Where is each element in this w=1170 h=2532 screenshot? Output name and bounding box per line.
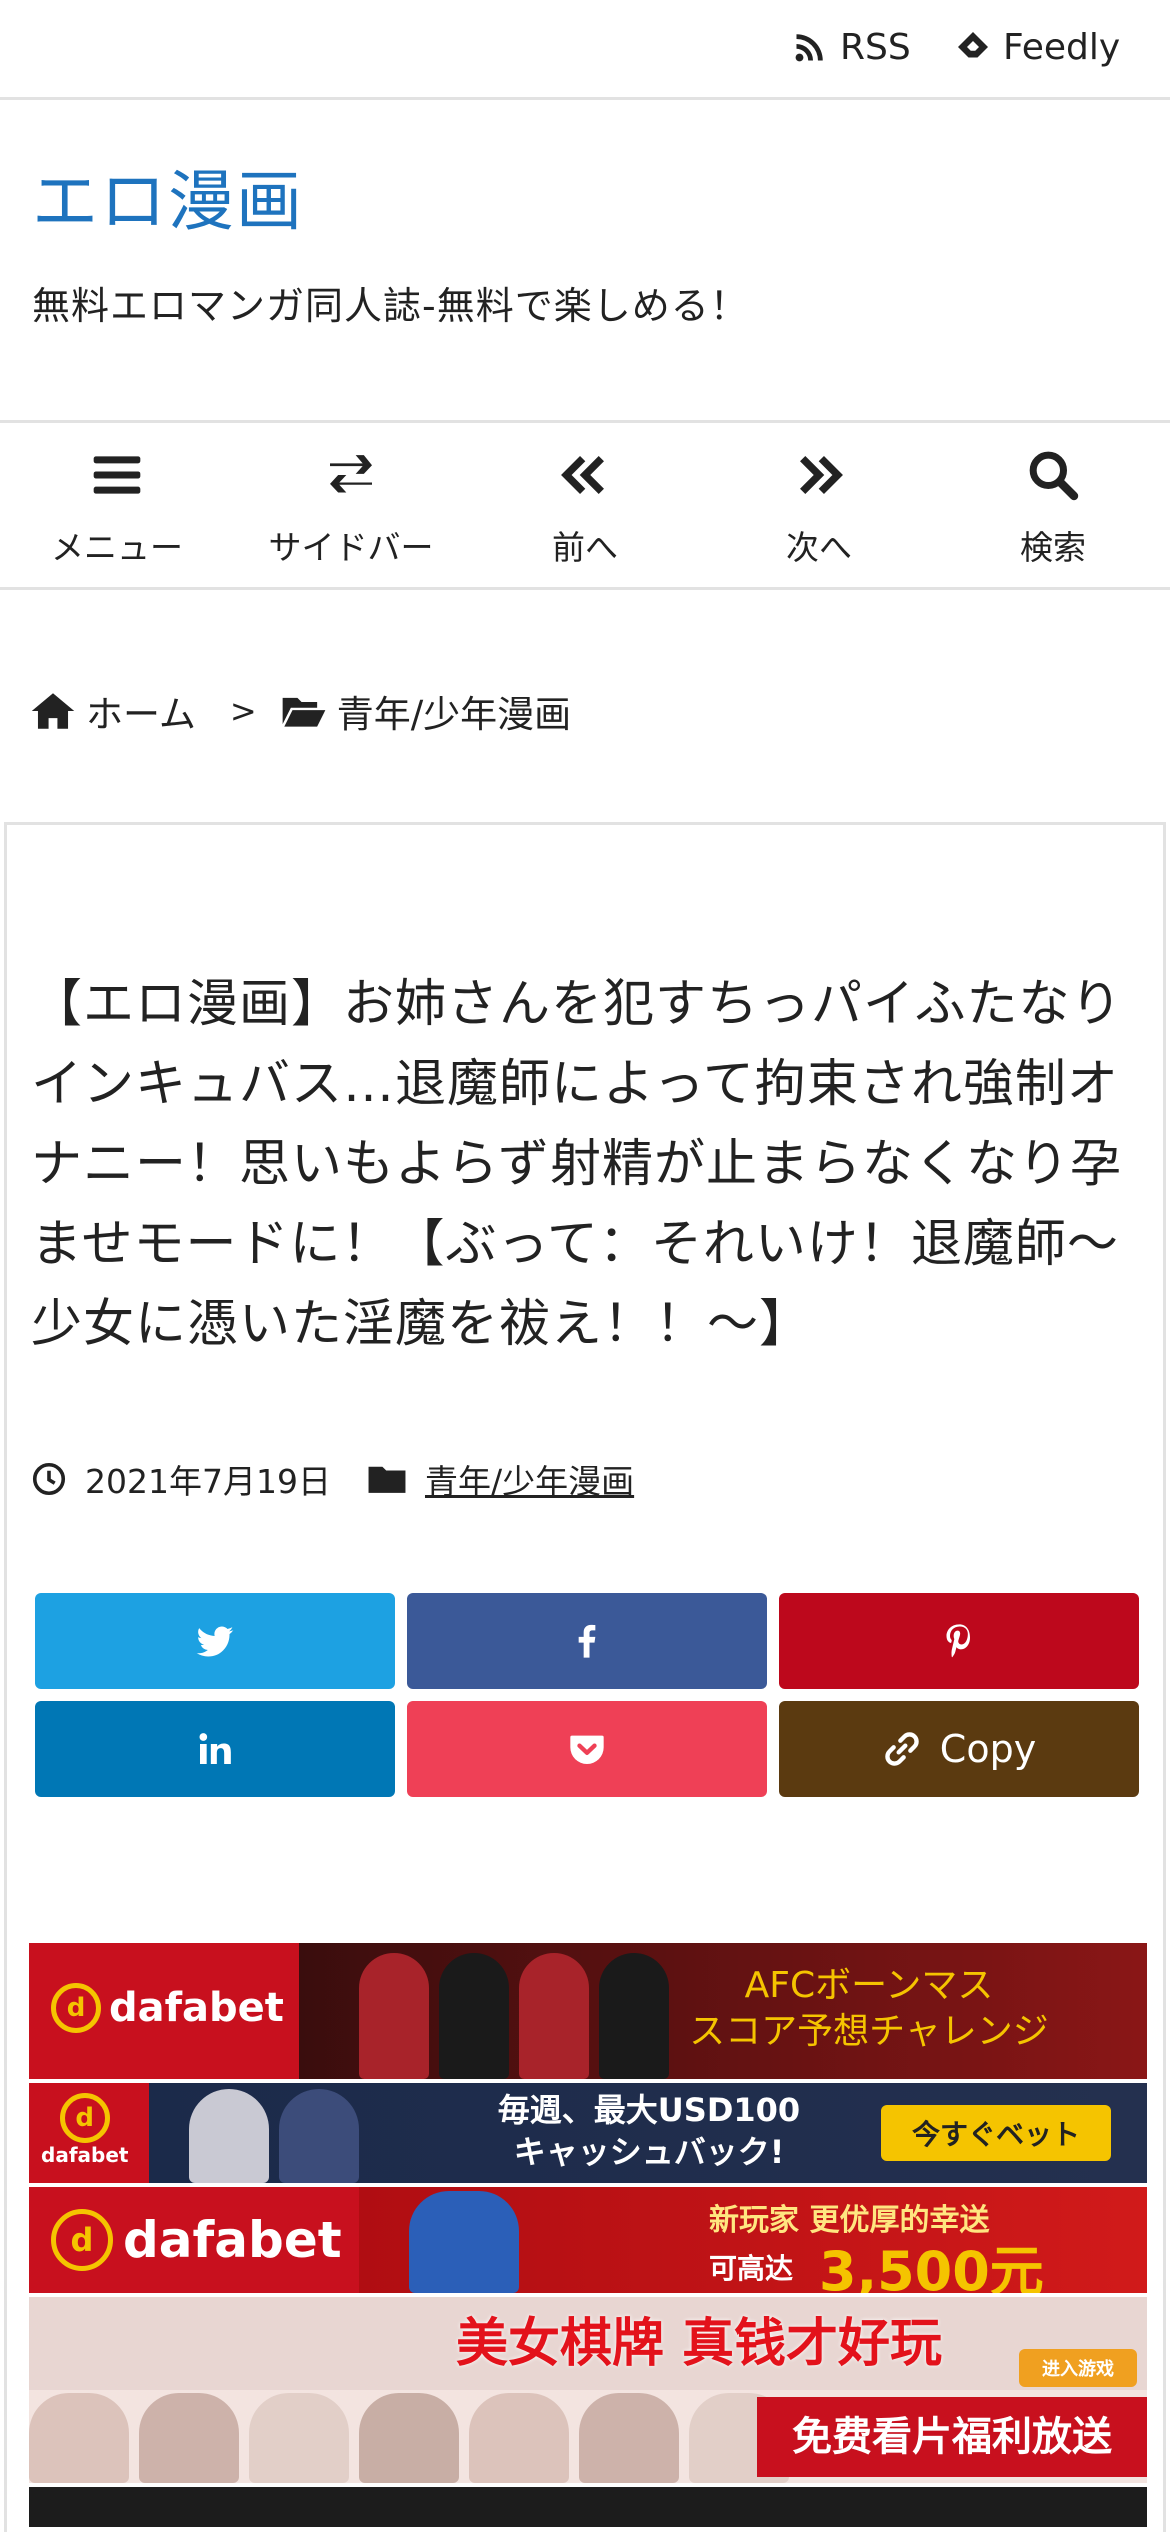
ad-text: AFCボーンマス スコア予想チャレンジ	[689, 1965, 1049, 2052]
article-title: 【エロ漫画】お姉さんを犯すちっパイふたなりインキュバス…退魔師によって拘束され強…	[31, 975, 1123, 1354]
article-date: 2021年7月19日	[85, 1462, 331, 1501]
pinterest-icon	[946, 1624, 970, 1658]
pocket-icon	[570, 1735, 604, 1764]
ad-banner-partial[interactable]	[29, 2487, 1147, 2527]
ad-gallery-image	[29, 2393, 789, 2483]
copy-link-button[interactable]: Copy	[779, 1701, 1139, 1797]
site-description: 無料エロマンガ同人誌-無料で楽しめる！	[32, 284, 749, 328]
feedly-link[interactable]: Feedly	[955, 22, 1120, 72]
nav-prev-label: 前へ	[552, 528, 618, 567]
nav-next-label: 次へ	[786, 528, 852, 567]
ad-players-image	[359, 1953, 669, 2079]
feedly-label: Feedly	[1003, 26, 1121, 68]
ad-players-image	[409, 2191, 519, 2293]
dafabet-logo: d dafabet	[51, 1983, 284, 2033]
ad-text-1: 美女棋牌 真钱才好玩	[455, 2314, 943, 2374]
nav-menu-label: メニュー	[51, 528, 183, 567]
breadcrumb-home-link[interactable]: ホーム	[86, 684, 196, 738]
ad-banners: d dafabet AFCボーンマス スコア予想チャレンジ d dafabet …	[29, 1943, 1147, 2531]
nav-search-button[interactable]: 検索	[936, 423, 1170, 587]
mobile-nav: メニュー サイドバー 前へ 次へ 検索	[0, 420, 1170, 590]
top-bar: RSS Feedly	[0, 0, 1170, 100]
exchange-icon	[330, 455, 372, 493]
ad-banner-game[interactable]: 美女棋牌 真钱才好玩 进入游戏 免费看片福利放送	[29, 2297, 1147, 2483]
feedly-icon	[958, 32, 988, 58]
double-chevron-left-icon	[561, 456, 604, 494]
share-pinterest-button[interactable]	[779, 1593, 1139, 1689]
dafabet-logo: d dafabet	[51, 2209, 342, 2271]
double-chevron-right-icon	[800, 456, 843, 494]
share-facebook-button[interactable]	[407, 1593, 767, 1689]
breadcrumb: ホーム > 青年/少年漫画	[30, 684, 571, 738]
nav-sidebar-button[interactable]: サイドバー	[234, 423, 468, 587]
clock-icon	[32, 1462, 66, 1496]
share-pocket-button[interactable]	[407, 1701, 767, 1797]
ad-text-2: 免费看片福利放送	[757, 2397, 1147, 2477]
ad-players-image	[189, 2089, 359, 2183]
ad-banner-dafabet-cashback[interactable]: d dafabet 毎週、最大USD100 キャッシュバック! 今すぐベット	[29, 2083, 1147, 2183]
rss-icon	[795, 34, 823, 62]
ad-banner-dafabet-cn[interactable]: d dafabet 新玩家 更优厚的幸送 可高达 3,500元	[29, 2187, 1147, 2293]
breadcrumb-separator: >	[229, 692, 257, 730]
search-icon	[1029, 451, 1079, 501]
ad-enter-game-button[interactable]: 进入游戏	[1019, 2349, 1137, 2387]
ad-text: 毎週、最大USD100 キャッシュバック!	[497, 2091, 801, 2171]
link-icon	[885, 1732, 919, 1766]
linkedin-icon	[199, 1733, 231, 1764]
facebook-icon	[578, 1624, 596, 1658]
folder-open-icon	[282, 697, 326, 727]
share-linkedin-button[interactable]	[35, 1701, 395, 1797]
share-buttons: Copy	[35, 1593, 1145, 1797]
hamburger-icon	[93, 456, 141, 494]
site-title[interactable]: エロ漫画	[32, 148, 304, 244]
ad-banner-dafabet-afc[interactable]: d dafabet AFCボーンマス スコア予想チャレンジ	[29, 1943, 1147, 2079]
rss-label: RSS	[840, 26, 911, 68]
dafabet-logo: d dafabet	[41, 2093, 128, 2167]
ad-amount: 3,500元	[819, 2240, 1044, 2293]
nav-sidebar-label: サイドバー	[268, 528, 434, 567]
article-meta: 2021年7月19日 青年/少年漫画	[31, 1455, 634, 1503]
home-icon	[31, 693, 75, 729]
ad-text-2: 可高达	[709, 2252, 794, 2285]
copy-label: Copy	[939, 1727, 1037, 1771]
nav-prev-button[interactable]: 前へ	[468, 423, 702, 587]
twitter-icon	[196, 1626, 234, 1657]
breadcrumb-category-link[interactable]: 青年/少年漫画	[337, 684, 571, 738]
nav-search-label: 検索	[1020, 528, 1086, 567]
share-twitter-button[interactable]	[35, 1593, 395, 1689]
nav-next-button[interactable]: 次へ	[702, 423, 936, 587]
ad-bet-button[interactable]: 今すぐベット	[881, 2105, 1111, 2161]
article-category-link[interactable]: 青年/少年漫画	[425, 1455, 634, 1503]
article-card: 【エロ漫画】お姉さんを犯すちっパイふたなりインキュバス…退魔師によって拘束され強…	[4, 822, 1166, 2532]
rss-link[interactable]: RSS	[792, 22, 911, 72]
folder-icon	[368, 1466, 406, 1493]
nav-menu-button[interactable]: メニュー	[0, 423, 234, 587]
